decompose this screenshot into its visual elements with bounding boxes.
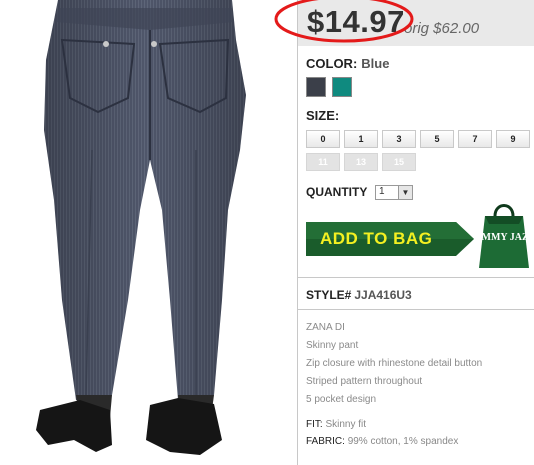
description-line: ZANA DI [306, 322, 345, 333]
size-option-1[interactable]: 1 [344, 130, 378, 148]
size-option-9[interactable]: 9 [496, 130, 530, 148]
fit-value: Skinny fit [325, 419, 367, 430]
color-label: COLOR: [306, 56, 358, 71]
size-option-11: 11 [306, 153, 340, 171]
style-label: STYLE# [306, 288, 352, 302]
quantity-label: QUANTITY [306, 185, 368, 199]
description-line: Zip closure with rhinestone detail butto… [306, 358, 483, 369]
add-to-bag-label: ADD TO BAG [320, 229, 433, 248]
size-option-7[interactable]: 7 [458, 130, 492, 148]
panel-divider [297, 0, 298, 465]
quantity-select[interactable]: 1 ▼ [375, 185, 413, 200]
fabric-label: FABRIC: [306, 436, 345, 447]
size-option-5[interactable]: 5 [420, 130, 454, 148]
color-swatch-blue[interactable] [306, 77, 326, 97]
fit-row: FIT: Skinny fit [306, 419, 366, 430]
divider-top [298, 277, 534, 278]
description-line: Striped pattern throughout [306, 376, 423, 387]
size-option-3[interactable]: 3 [382, 130, 416, 148]
bag-brand-text: JIMMY JAZZ [475, 232, 533, 243]
original-price: orig $62.00 [404, 20, 480, 37]
jeans-photo [36, 0, 246, 455]
chevron-down-icon: ▼ [398, 186, 412, 199]
color-label-row: COLOR: Blue [306, 56, 389, 71]
fit-label: FIT: [306, 419, 323, 430]
size-option-15: 15 [382, 153, 416, 171]
color-swatch-teal[interactable] [332, 77, 352, 97]
add-to-bag-button[interactable]: ADD TO BAG [306, 222, 474, 256]
product-image [0, 0, 298, 465]
size-option-0[interactable]: 0 [306, 130, 340, 148]
description-line: 5 pocket design [306, 394, 377, 405]
divider-bottom [298, 309, 534, 310]
shopping-bag-icon: JIMMY JAZZ [475, 204, 533, 268]
description-line: Skinny pant [306, 340, 359, 351]
price-bar: $14.97 orig $62.00 [274, 0, 534, 46]
style-row: STYLE# JJA416U3 [306, 288, 412, 302]
color-value: Blue [361, 56, 390, 71]
fabric-row: FABRIC: 99% cotton, 1% spandex [306, 436, 458, 447]
quantity-value: 1 [379, 186, 385, 197]
sale-price: $14.97 [307, 4, 405, 39]
size-label: SIZE: [306, 108, 340, 123]
style-code: JJA416U3 [354, 288, 412, 302]
size-option-13: 13 [344, 153, 378, 171]
fabric-value: 99% cotton, 1% spandex [347, 436, 459, 447]
